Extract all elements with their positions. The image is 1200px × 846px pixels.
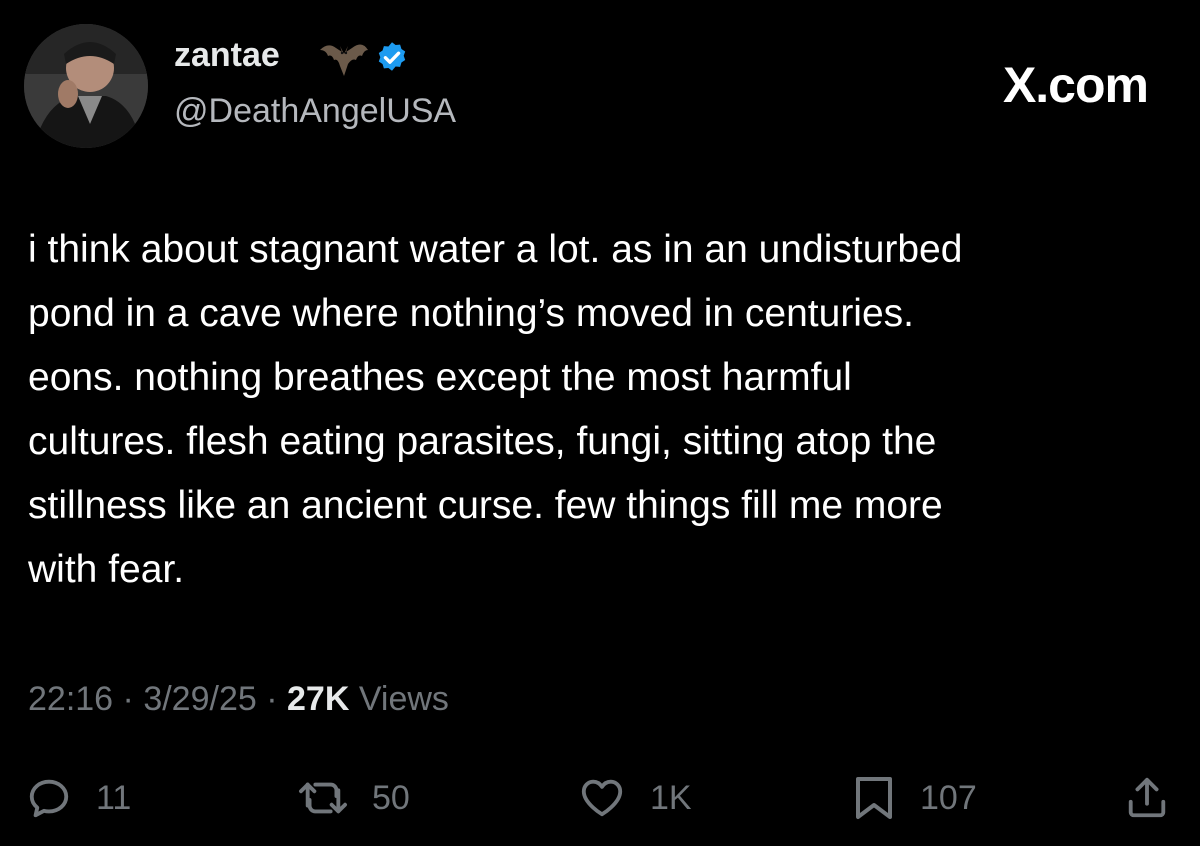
bookmark-count: 107 [920, 779, 977, 817]
repost-button[interactable]: 50 [298, 768, 410, 828]
post-meta: 22:16 · 3/29/25 · 27K Views [28, 682, 449, 716]
heart-icon [581, 779, 623, 817]
repost-count: 50 [372, 779, 410, 817]
like-button[interactable]: 1K [578, 768, 692, 828]
avatar[interactable] [24, 24, 148, 148]
reply-icon [29, 779, 69, 818]
bookmark-icon [856, 777, 892, 819]
verified-icon [378, 42, 406, 71]
post-date[interactable]: 3/29/25 [143, 680, 256, 718]
views-label: Views [358, 680, 449, 718]
post-text: i think about stagnant water a lot. as i… [28, 228, 963, 591]
share-button[interactable] [1124, 768, 1170, 828]
share-icon [1128, 777, 1166, 818]
author-handle[interactable]: @DeathAngelUSA [174, 94, 456, 128]
bat-icon [320, 44, 368, 76]
meta-separator: · [266, 680, 278, 718]
x-logo: X.com [1002, 57, 1149, 113]
reply-count: 11 [96, 779, 132, 817]
post-time[interactable]: 22:16 [28, 680, 113, 718]
reply-button[interactable]: 11 [26, 768, 131, 828]
meta-separator: · [122, 680, 134, 718]
bookmark-button[interactable]: 107 [852, 768, 977, 828]
like-count: 1K [650, 779, 692, 817]
repost-icon [299, 782, 347, 814]
action-bar: 11 50 1K 107 [0, 768, 1200, 828]
author-display-name[interactable]: zantae [174, 38, 280, 72]
avatar-image [24, 24, 148, 148]
views-count: 27K [287, 680, 350, 718]
